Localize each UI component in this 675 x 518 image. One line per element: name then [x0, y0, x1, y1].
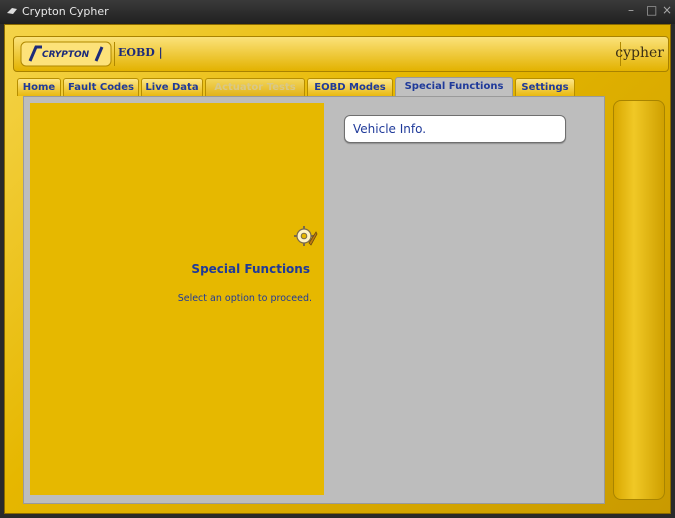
brand-label: cypher [615, 45, 664, 61]
panel-title: Special Functions [191, 262, 310, 276]
crypton-logo: CRYPTON [20, 41, 112, 67]
tab-settings[interactable]: Settings [515, 78, 575, 96]
logo-text: CRYPTON [42, 50, 90, 60]
tab-home[interactable]: Home [17, 78, 61, 96]
content-area: Special Functions Select an option to pr… [23, 96, 605, 504]
tab-fault-codes[interactable]: Fault Codes [63, 78, 139, 96]
gear-wrench-icon [294, 226, 318, 246]
app-window: Crypton Cypher – □ × CRYPTON EOBD | cyph… [0, 0, 675, 518]
header-divider [114, 42, 115, 66]
info-panel: Special Functions Select an option to pr… [30, 103, 324, 495]
vehicle-info-button[interactable]: Vehicle Info. [344, 115, 566, 143]
tab-eobd-modes[interactable]: EOBD Modes [307, 78, 393, 96]
breadcrumb: EOBD | [118, 46, 163, 59]
app-frame: CRYPTON EOBD | cypher Home Fault Codes L… [4, 24, 671, 514]
close-button[interactable]: × [662, 3, 672, 17]
window-title: Crypton Cypher [22, 5, 109, 18]
maximize-button[interactable]: □ [646, 3, 657, 17]
app-icon [7, 8, 17, 14]
minimize-button[interactable]: – [628, 3, 634, 17]
panel-hint: Select an option to proceed. [177, 293, 312, 304]
side-panel [613, 100, 665, 500]
header-bar: CRYPTON EOBD | cypher [13, 36, 669, 72]
title-bar: Crypton Cypher – □ × [0, 0, 675, 24]
tab-actuator-tests: Actuator Tests [205, 78, 305, 96]
tab-special-functions[interactable]: Special Functions [395, 77, 513, 97]
tab-live-data[interactable]: Live Data [141, 78, 203, 96]
